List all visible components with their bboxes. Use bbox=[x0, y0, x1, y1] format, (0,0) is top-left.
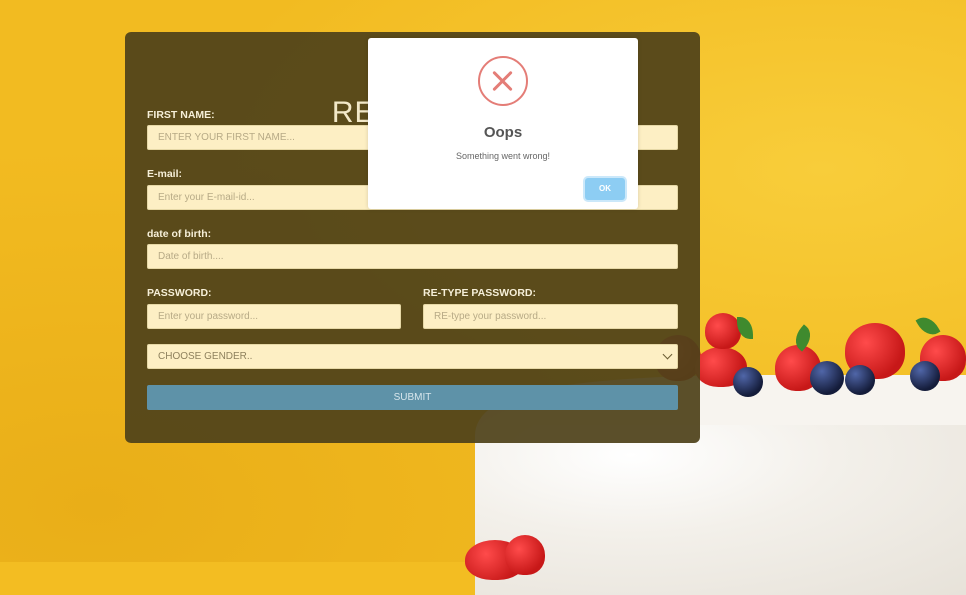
password-label: PASSWORD: bbox=[147, 287, 212, 299]
dialog-title: Oops bbox=[483, 124, 523, 141]
gender-select[interactable]: CHOOSE GENDER.. bbox=[147, 344, 678, 369]
error-dialog: Oops Something went wrong! OK bbox=[368, 38, 638, 209]
gender-select-value: CHOOSE GENDER.. bbox=[158, 351, 253, 362]
first-name-label: FIRST NAME: bbox=[147, 109, 215, 121]
ok-button[interactable]: OK bbox=[585, 178, 625, 200]
error-x-icon bbox=[478, 56, 528, 106]
submit-button[interactable]: SUBMIT bbox=[147, 385, 678, 410]
retype-password-input[interactable]: RE-type your password... bbox=[423, 304, 678, 329]
dob-label: date of birth: bbox=[147, 228, 212, 240]
dialog-message: Something went wrong! bbox=[455, 151, 551, 161]
chevron-down-icon bbox=[662, 349, 673, 360]
retype-password-label: RE-TYPE PASSWORD: bbox=[423, 287, 536, 299]
email-label: E-mail: bbox=[147, 168, 183, 180]
dob-input[interactable]: Date of birth.... bbox=[147, 244, 678, 269]
password-input[interactable]: Enter your password... bbox=[147, 304, 401, 329]
